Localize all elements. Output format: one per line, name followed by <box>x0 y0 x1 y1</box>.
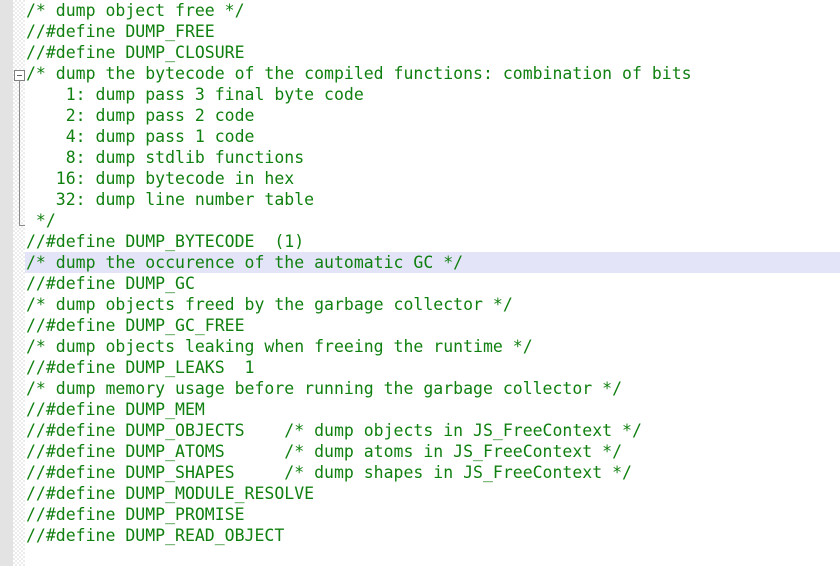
code-line[interactable]: //#define DUMP_FREE <box>0 21 840 42</box>
code-line[interactable]: 32: dump line number table <box>0 189 840 210</box>
code-line-text: //#define DUMP_MODULE_RESOLVE <box>26 484 315 503</box>
code-line-text: //#define DUMP_OBJECTS /* dump objects i… <box>26 421 642 440</box>
code-line-text: 2: dump pass 2 code <box>26 106 255 125</box>
code-line-text: /* dump object free */ <box>26 1 245 20</box>
code-line-text: /* dump the bytecode of the compiled fun… <box>26 64 692 83</box>
code-line-text: /* dump objects freed by the garbage col… <box>26 295 513 314</box>
code-line-text: 4: dump pass 1 code <box>26 127 255 146</box>
code-line-text: //#define DUMP_MEM <box>26 400 205 419</box>
code-line[interactable]: /* dump the occurence of the automatic G… <box>0 252 840 273</box>
code-line-text: //#define DUMP_CLOSURE <box>26 43 245 62</box>
code-line-text: 16: dump bytecode in hex <box>26 169 295 188</box>
minus-glyph <box>17 75 22 76</box>
code-line-text: //#define DUMP_PROMISE <box>26 505 245 524</box>
editor-left-margin <box>0 0 13 566</box>
code-line[interactable]: 16: dump bytecode in hex <box>0 168 840 189</box>
code-text-area[interactable]: /* dump object free */ //#define DUMP_FRE… <box>0 0 840 566</box>
code-line[interactable]: //#define DUMP_ATOMS /* dump atoms in JS… <box>0 441 840 462</box>
fold-range-bar-foot <box>19 225 25 226</box>
code-line-text: //#define DUMP_ATOMS /* dump atoms in JS… <box>26 442 623 461</box>
code-line-text: 8: dump stdlib functions <box>26 148 305 167</box>
code-line-text: //#define DUMP_SHAPES /* dump shapes in … <box>26 463 632 482</box>
code-line[interactable]: //#define DUMP_READ_OBJECT <box>0 525 840 546</box>
code-line[interactable]: //#define DUMP_SHAPES /* dump shapes in … <box>0 462 840 483</box>
code-line-text: //#define DUMP_GC <box>26 274 195 293</box>
code-line[interactable]: */ <box>0 210 840 231</box>
code-line-text: /* dump memory usage before running the … <box>26 379 623 398</box>
code-line[interactable]: 8: dump stdlib functions <box>0 147 840 168</box>
code-line[interactable]: /* dump objects leaking when freeing the… <box>0 336 840 357</box>
code-line[interactable]: //#define DUMP_PROMISE <box>0 504 840 525</box>
code-line[interactable]: //#define DUMP_BYTECODE (1) <box>0 231 840 252</box>
code-line-text: 1: dump pass 3 final byte code <box>26 85 364 104</box>
code-line-text: */ <box>26 211 56 230</box>
code-line[interactable]: //#define DUMP_MEM <box>0 399 840 420</box>
code-line-text: //#define DUMP_GC_FREE <box>26 316 245 335</box>
code-line-text: //#define DUMP_READ_OBJECT <box>26 526 285 545</box>
code-line[interactable]: //#define DUMP_GC <box>0 273 840 294</box>
code-line-text: //#define DUMP_BYTECODE (1) <box>26 232 305 251</box>
code-line[interactable]: //#define DUMP_LEAKS 1 <box>0 357 840 378</box>
code-line[interactable]: /* dump the bytecode of the compiled fun… <box>0 63 840 84</box>
code-line[interactable]: //#define DUMP_OBJECTS /* dump objects i… <box>0 420 840 441</box>
code-line[interactable]: //#define DUMP_GC_FREE <box>0 315 840 336</box>
fold-collapse-minus-icon[interactable] <box>14 70 25 81</box>
code-line[interactable]: /* dump objects freed by the garbage col… <box>0 294 840 315</box>
code-line[interactable]: //#define DUMP_CLOSURE <box>0 42 840 63</box>
code-line-text: //#define DUMP_LEAKS 1 <box>26 358 255 377</box>
code-line-text: 32: dump line number table <box>26 190 315 209</box>
code-line[interactable]: /* dump object free */ <box>0 0 840 21</box>
code-line-text: //#define DUMP_FREE <box>26 22 215 41</box>
code-line-text: /* dump the occurence of the automatic G… <box>26 253 464 272</box>
code-line-text: /* dump objects leaking when freeing the… <box>26 337 533 356</box>
code-line[interactable]: /* dump memory usage before running the … <box>0 378 840 399</box>
code-line[interactable]: 1: dump pass 3 final byte code <box>0 84 840 105</box>
code-line[interactable]: 2: dump pass 2 code <box>0 105 840 126</box>
fold-range-bar <box>19 81 20 225</box>
code-line[interactable]: 4: dump pass 1 code <box>0 126 840 147</box>
code-line[interactable]: //#define DUMP_MODULE_RESOLVE <box>0 483 840 504</box>
code-editor[interactable]: /* dump object free */ //#define DUMP_FRE… <box>0 0 840 566</box>
